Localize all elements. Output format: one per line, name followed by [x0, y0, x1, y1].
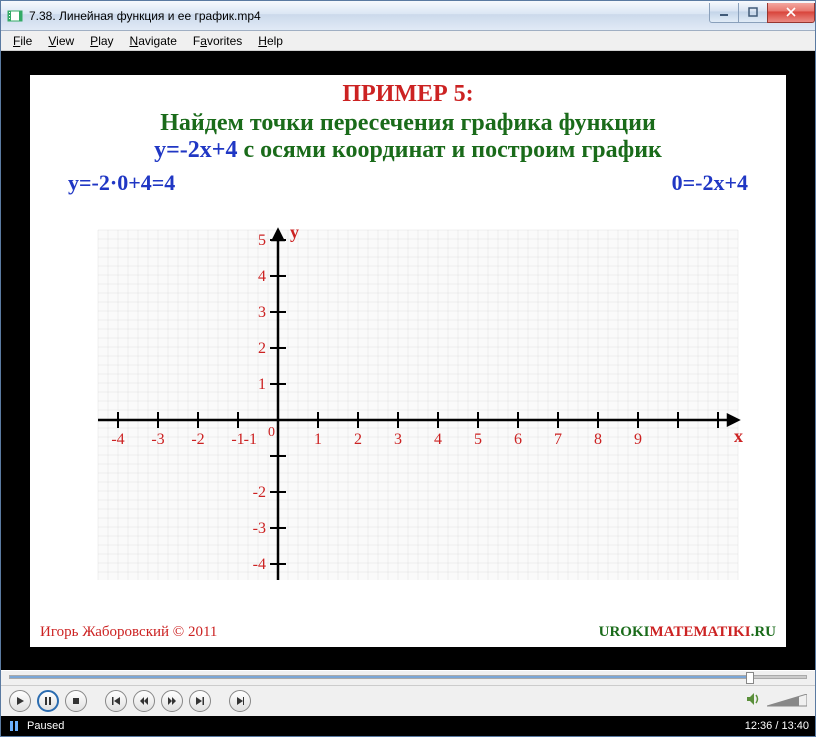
status-text: Paused [27, 720, 745, 732]
svg-text:5: 5 [474, 431, 482, 448]
volume-control[interactable] [745, 691, 807, 712]
forward-button[interactable] [161, 690, 183, 712]
time-display: 12:36 / 13:40 [745, 720, 809, 732]
svg-text:-1: -1 [231, 431, 244, 448]
author-label: Игорь Жаборовский © 2011 [40, 624, 217, 641]
svg-text:2: 2 [354, 431, 362, 448]
seekbar[interactable] [1, 670, 815, 686]
volume-icon[interactable] [745, 691, 761, 712]
equation: y=-2x+4 [154, 137, 237, 163]
svg-text:4: 4 [258, 268, 266, 285]
status-icon [7, 719, 21, 733]
close-button[interactable] [767, 3, 815, 23]
pause-button[interactable] [37, 690, 59, 712]
menu-file[interactable]: File [5, 33, 40, 49]
svg-text:1: 1 [314, 431, 322, 448]
svg-text:-1: -1 [244, 431, 257, 448]
svg-text:2: 2 [258, 340, 266, 357]
seek-track[interactable] [9, 675, 807, 679]
svg-text:1: 1 [258, 376, 266, 393]
svg-text:y: y [290, 222, 299, 242]
svg-text:8: 8 [594, 431, 602, 448]
minimize-button[interactable] [709, 3, 739, 23]
window-buttons [710, 3, 815, 23]
window-title: 7.38. Линейная функция и ее график.mp4 [29, 9, 710, 23]
video-frame: ПРИМЕР 5: Найдем точки пересечения графи… [27, 72, 789, 650]
app-icon [7, 8, 23, 24]
calc-x-intercept: 0=-2x+4 [672, 170, 748, 196]
app-window: 7.38. Линейная функция и ее график.mp4 F… [0, 0, 816, 737]
seek-thumb[interactable] [746, 672, 754, 684]
rewind-button[interactable] [133, 690, 155, 712]
svg-text:4: 4 [434, 431, 442, 448]
next-track-button[interactable] [189, 690, 211, 712]
site-label: UROKIMATEMATIKI.RU [599, 624, 776, 641]
calc-y-intercept: y=-2·0+4=4 [68, 170, 175, 196]
svg-text:-4: -4 [111, 431, 124, 448]
slide-line1: Найдем точки пересечения графика функции [160, 110, 656, 137]
menu-view[interactable]: View [40, 33, 82, 49]
slide-line2: y=-2x+4 с осями координат и построим гра… [154, 137, 662, 164]
svg-text:-3: -3 [253, 520, 266, 537]
svg-text:-3: -3 [151, 431, 164, 448]
menu-play[interactable]: Play [82, 33, 121, 49]
statusbar: Paused 12:36 / 13:40 [1, 716, 815, 736]
slide-line2-rest: с осями координат и построим график [237, 137, 661, 163]
menu-help[interactable]: Help [250, 33, 291, 49]
svg-text:9: 9 [634, 431, 642, 448]
slide-footer: Игорь Жаборовский © 2011 UROKIMATEMATIKI… [40, 624, 776, 641]
menu-navigate[interactable]: Navigate [122, 33, 185, 49]
slide-header: ПРИМЕР 5: [342, 81, 473, 108]
slide-calculations: y=-2·0+4=4 0=-2x+4 [68, 170, 748, 196]
svg-text:0: 0 [268, 425, 275, 440]
svg-text:-2: -2 [191, 431, 204, 448]
coordinate-plane: -4 -3 -2 -1 1 2 3 4 5 6 7 8 9 5 4 3 2 1 -1 -2 -3 -4 0 x y [68, 220, 748, 590]
svg-text:5: 5 [258, 232, 266, 249]
control-bar [1, 686, 815, 716]
titlebar[interactable]: 7.38. Линейная функция и ее график.mp4 [1, 1, 815, 31]
svg-text:6: 6 [514, 431, 522, 448]
svg-text:-4: -4 [253, 556, 266, 573]
prev-track-button[interactable] [105, 690, 127, 712]
maximize-button[interactable] [738, 3, 768, 23]
svg-text:-2: -2 [253, 484, 266, 501]
svg-text:7: 7 [554, 431, 562, 448]
svg-text:3: 3 [258, 304, 266, 321]
volume-slider[interactable] [767, 694, 807, 708]
svg-text:3: 3 [394, 431, 402, 448]
menubar: File View Play Navigate Favorites Help [1, 31, 815, 51]
video-viewport[interactable]: ПРИМЕР 5: Найдем точки пересечения графи… [1, 51, 815, 670]
svg-text:x: x [734, 426, 743, 446]
stop-button[interactable] [65, 690, 87, 712]
play-button[interactable] [9, 690, 31, 712]
step-button[interactable] [229, 690, 251, 712]
menu-favorites[interactable]: Favorites [185, 33, 250, 49]
seek-progress [10, 676, 746, 678]
